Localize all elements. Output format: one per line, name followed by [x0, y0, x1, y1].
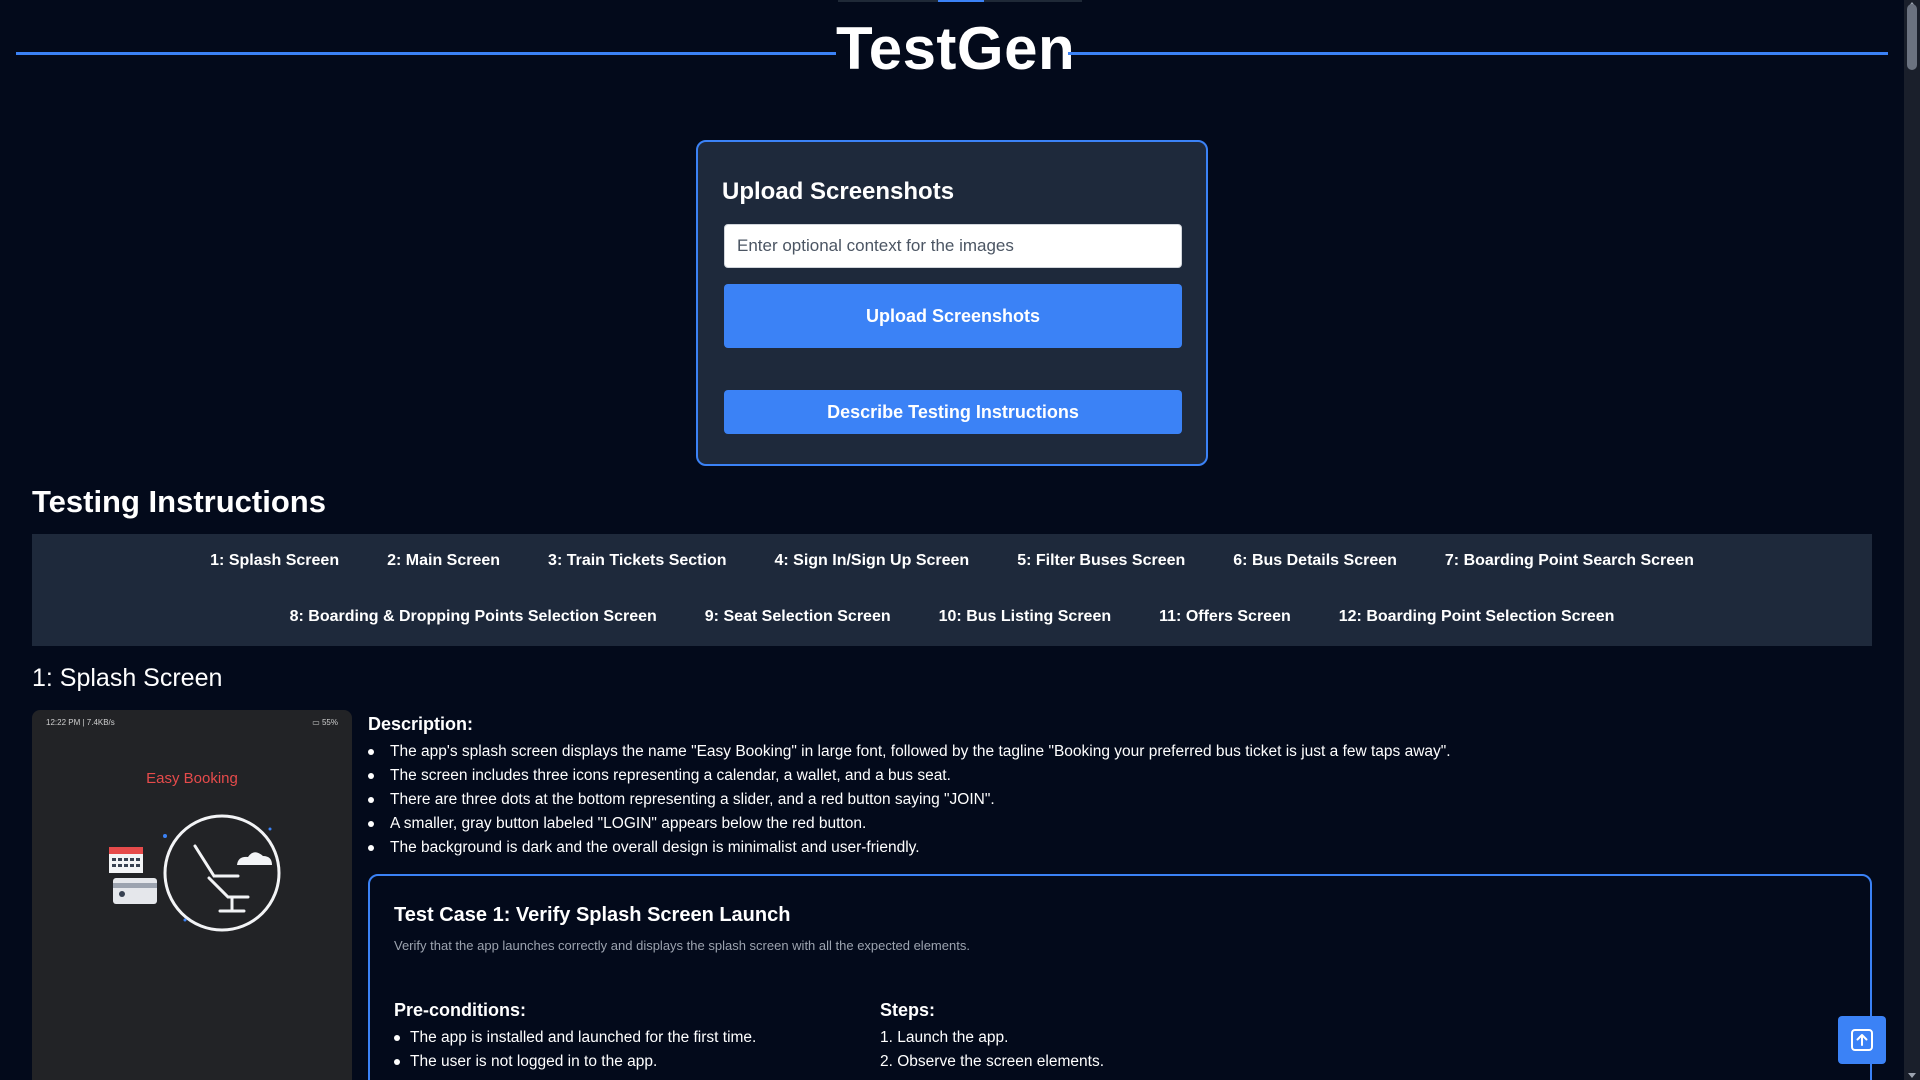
phone-status-left: 12:22 PM | 7.4KB/s [46, 718, 115, 727]
header-divider-right [1068, 52, 1888, 55]
test-case-description: Verify that the app launches correctly a… [394, 938, 970, 953]
nav-link-bus-details[interactable]: 6: Bus Details Screen [1233, 552, 1397, 570]
scrollbar-thumb[interactable] [1907, 4, 1917, 70]
list-item: The background is dark and the overall d… [368, 836, 1868, 860]
screenshot-preview: 12:22 PM | 7.4KB/s ▭ 55% Easy Booking [32, 710, 352, 1080]
app-title: TestGen [836, 15, 1076, 82]
preconditions-list: The app is installed and launched for th… [394, 1026, 854, 1074]
scroll-down-icon[interactable] [1908, 1073, 1916, 1078]
screen-nav-row-1: 1: Splash Screen 2: Main Screen 3: Train… [32, 552, 1872, 570]
nav-link-boarding-dropping[interactable]: 8: Boarding & Dropping Points Selection … [290, 608, 657, 626]
nav-link-boarding-point-selection[interactable]: 12: Boarding Point Selection Screen [1339, 608, 1615, 626]
header-divider-left [16, 52, 836, 55]
upload-title: Upload Screenshots [722, 178, 955, 205]
upload-screenshots-button[interactable]: Upload Screenshots [724, 284, 1182, 348]
top-tab-strip [838, 0, 1082, 2]
nav-link-main-screen[interactable]: 2: Main Screen [387, 552, 500, 570]
phone-app-name: Easy Booking [146, 770, 238, 787]
description-list: The app's splash screen displays the nam… [368, 740, 1868, 860]
list-item: There are three dots at the bottom repre… [368, 788, 1868, 812]
phone-battery-level: 55% [321, 718, 338, 727]
page-scrollbar[interactable] [1904, 0, 1920, 1080]
top-tab-indicator [938, 0, 984, 2]
list-item: 1. Launch the app. [880, 1029, 1009, 1046]
list-item: The screen includes three icons represen… [368, 764, 1868, 788]
nav-link-sign-in[interactable]: 4: Sign In/Sign Up Screen [774, 552, 969, 570]
screen-nav-row-2: 8: Boarding & Dropping Points Selection … [32, 608, 1872, 626]
test-case-title: Test Case 1: Verify Splash Screen Launch [394, 904, 791, 926]
steps-label: Steps: [880, 1000, 936, 1020]
scroll-to-top-button[interactable] [1838, 1016, 1886, 1064]
calendar-icon [109, 847, 143, 873]
steps-list: 1. Launch the app. 2. Observe the screen… [880, 1026, 1104, 1074]
list-item: 2. Observe the screen elements. [880, 1053, 1105, 1070]
arrow-up-box-icon [1851, 1029, 1873, 1051]
header: TestGen [0, 0, 1900, 100]
description-label: Description: [368, 714, 474, 734]
battery-icon: ▭ [312, 718, 320, 727]
describe-testing-instructions-button[interactable]: Describe Testing Instructions [724, 390, 1182, 434]
phone-status-right: ▭ 55% [312, 718, 338, 727]
upload-card: Upload Screenshots Upload Screenshots De… [696, 140, 1208, 466]
screen-heading: 1: Splash Screen [32, 664, 223, 692]
testing-instructions-heading: Testing Instructions [32, 484, 326, 519]
wallet-icon [113, 878, 157, 904]
context-input[interactable] [724, 224, 1182, 268]
nav-link-seat-selection[interactable]: 9: Seat Selection Screen [705, 608, 891, 626]
list-item: The app is installed and launched for th… [394, 1026, 854, 1050]
nav-link-boarding-point-search[interactable]: 7: Boarding Point Search Screen [1445, 552, 1694, 570]
list-item: A smaller, gray button labeled "LOGIN" a… [368, 812, 1868, 836]
preconditions-label: Pre-conditions: [394, 1000, 527, 1020]
splash-illustration [109, 814, 281, 932]
bus-seat-icon [163, 814, 281, 932]
test-case-card: Test Case 1: Verify Splash Screen Launch… [368, 874, 1872, 1080]
list-item: The app's splash screen displays the nam… [368, 740, 1868, 764]
nav-link-filter-buses[interactable]: 5: Filter Buses Screen [1017, 552, 1185, 570]
nav-link-splash-screen[interactable]: 1: Splash Screen [210, 552, 339, 570]
screen-nav: 1: Splash Screen 2: Main Screen 3: Train… [32, 534, 1872, 646]
nav-link-train-tickets[interactable]: 3: Train Tickets Section [548, 552, 726, 570]
nav-link-bus-listing[interactable]: 10: Bus Listing Screen [939, 608, 1112, 626]
list-item: The user is not logged in to the app. [394, 1050, 854, 1074]
nav-link-offers[interactable]: 11: Offers Screen [1159, 608, 1291, 626]
